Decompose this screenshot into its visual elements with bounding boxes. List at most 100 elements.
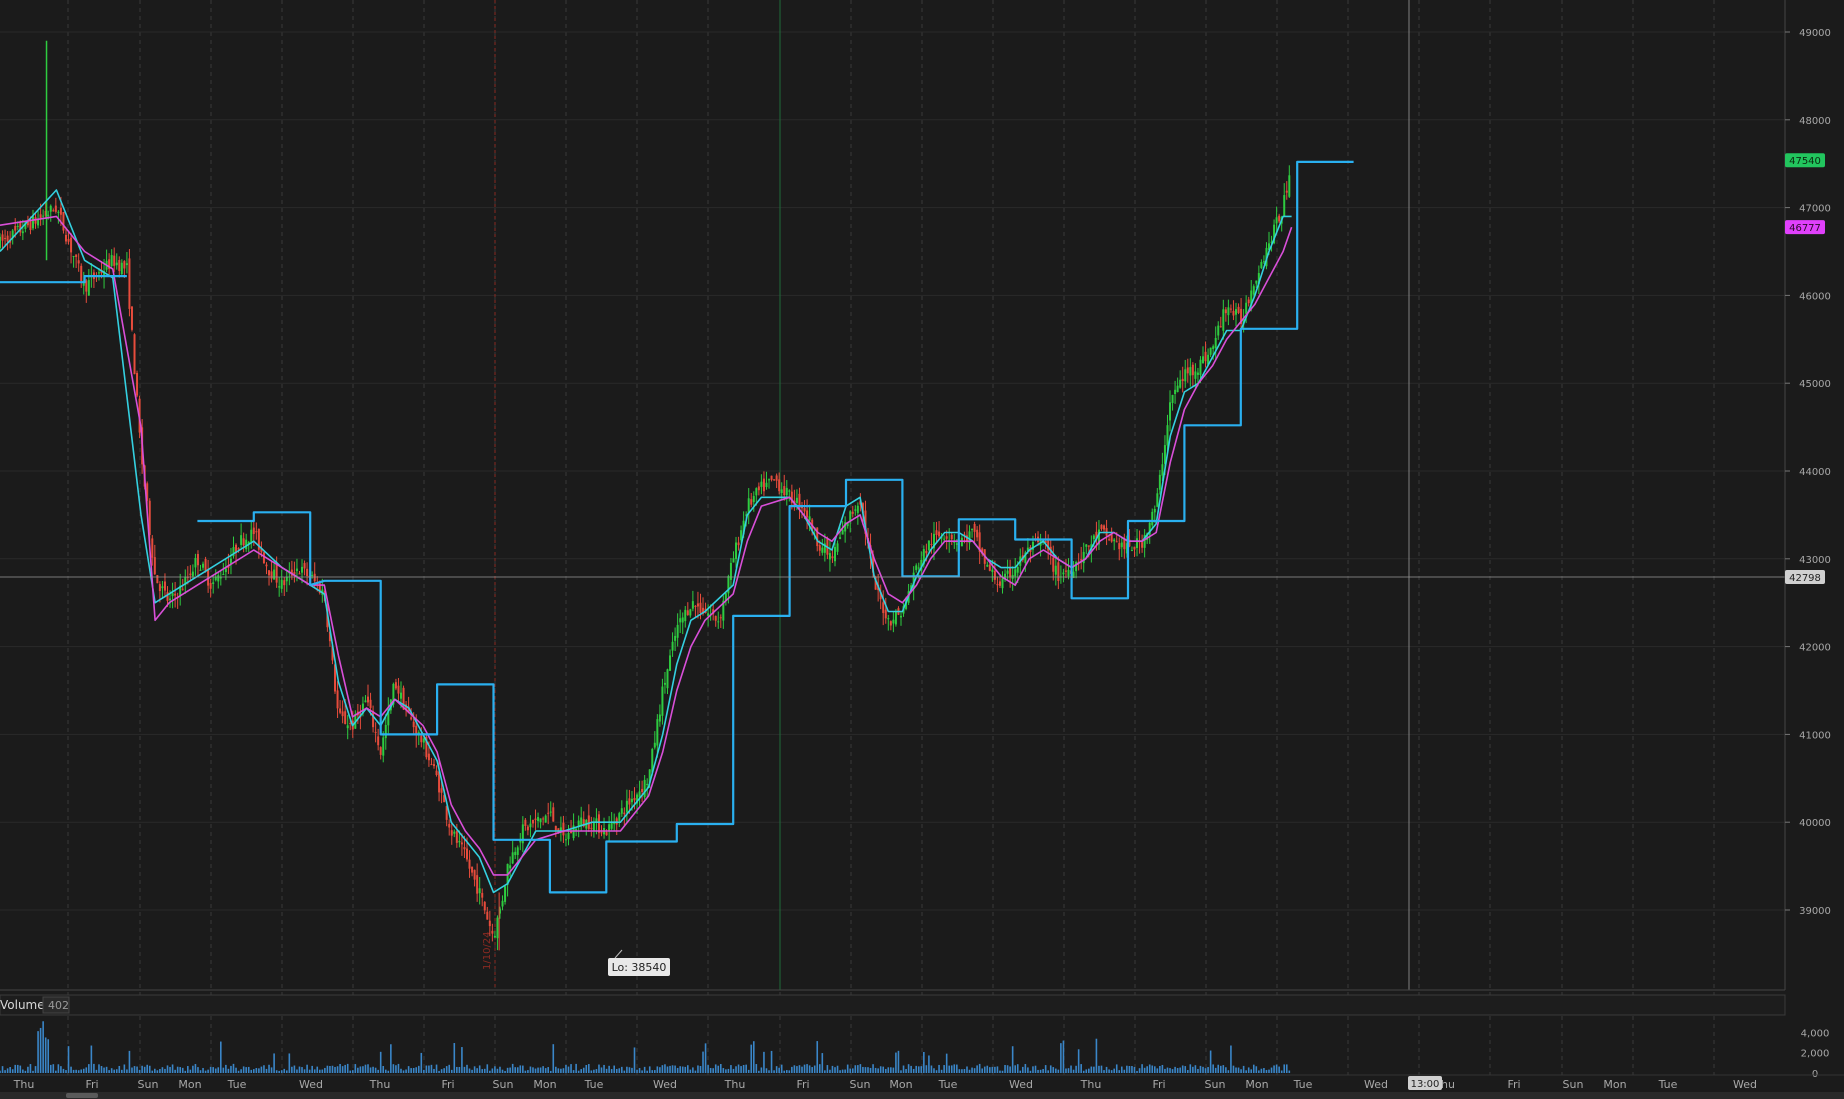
volume-bar <box>187 1066 189 1073</box>
volume-bar <box>920 1066 923 1073</box>
candle-body <box>250 529 253 543</box>
candle-body <box>1141 542 1144 548</box>
volume-bar <box>212 1067 214 1073</box>
volume-bar <box>719 1064 722 1073</box>
candle-body <box>564 839 567 841</box>
volume-bar <box>798 1065 801 1073</box>
candle-body <box>6 235 9 242</box>
time-tick-label: Thu <box>724 1078 746 1091</box>
candle-body <box>686 610 689 616</box>
price-tick-label: 49000 <box>1799 28 1831 39</box>
volume-bar <box>126 1069 128 1073</box>
volume-bar <box>803 1064 806 1073</box>
volume-bar <box>204 1070 207 1073</box>
volume-bar <box>763 1051 765 1073</box>
candle-body <box>1092 535 1095 540</box>
volume-bar <box>702 1051 704 1073</box>
candle-body <box>1133 546 1136 550</box>
volume-bar <box>633 1047 636 1073</box>
volume-bar <box>1090 1066 1093 1073</box>
volume-bar <box>806 1064 808 1073</box>
volume-bar <box>945 1053 948 1073</box>
volume-bar <box>524 1070 527 1073</box>
volume-bar <box>428 1065 430 1073</box>
volume-bar <box>958 1069 961 1073</box>
volume-bar <box>808 1065 811 1073</box>
volume-bar <box>938 1064 940 1073</box>
volume-bar <box>344 1064 346 1073</box>
volume-bar <box>133 1066 136 1073</box>
crosshair-price-tag: 42798 <box>1785 570 1825 584</box>
volume-bar <box>478 1065 481 1073</box>
volume-bar <box>973 1068 976 1073</box>
volume-bar <box>141 1065 143 1073</box>
volume-bar <box>1001 1070 1004 1073</box>
volume-bar <box>461 1047 463 1073</box>
candle-body <box>628 798 631 805</box>
volume-bar <box>1095 1038 1098 1073</box>
candle-body <box>273 569 276 580</box>
candle-body <box>153 557 156 575</box>
volume-bar <box>324 1067 326 1073</box>
volume-bar <box>994 1066 996 1073</box>
candle-body <box>465 848 468 860</box>
volume-bar <box>245 1067 247 1073</box>
volume-bar <box>659 1067 661 1073</box>
volume-bar <box>501 1069 504 1073</box>
volume-bar <box>1176 1068 1179 1073</box>
candle-body <box>945 536 948 539</box>
candle-body <box>1158 474 1161 490</box>
candle-body <box>755 488 758 496</box>
volume-bar <box>143 1066 146 1073</box>
candle-body <box>1016 566 1019 573</box>
volume-bar <box>88 1064 90 1073</box>
volume-bar <box>989 1067 991 1073</box>
volume-bar <box>1022 1066 1024 1073</box>
candle-body <box>1217 325 1220 336</box>
candle-body <box>1176 385 1179 393</box>
price-chart[interactable]: 1/10/24 Lo: 38540 49000 48000 47000 46000 45… <box>0 0 1844 1099</box>
volume-bar <box>268 1064 270 1073</box>
volume-bar <box>1009 1066 1011 1073</box>
volume-bar <box>1235 1067 1237 1073</box>
candle-body <box>882 602 885 614</box>
volume-bar <box>917 1066 920 1073</box>
volume-bar <box>75 1069 77 1073</box>
time-tick-label: Wed <box>1364 1078 1388 1091</box>
candle-body <box>422 738 425 743</box>
volume-bar <box>24 1070 27 1073</box>
volume-bar <box>1204 1068 1207 1073</box>
volume-bar <box>448 1064 451 1073</box>
volume-bar <box>1242 1065 1245 1073</box>
volume-bar <box>953 1064 956 1073</box>
time-tick-label: Fri <box>796 1078 809 1091</box>
volume-bar <box>298 1066 301 1073</box>
candle-body <box>836 543 839 552</box>
volume-bar <box>902 1065 905 1073</box>
candle-body <box>67 238 70 242</box>
candle-body <box>301 566 304 573</box>
volume-bar <box>892 1067 895 1073</box>
volume-bar <box>681 1066 684 1073</box>
volume-bar <box>240 1069 242 1073</box>
volume-bar <box>1255 1066 1258 1073</box>
volume-bar <box>1283 1064 1286 1073</box>
volume-bar <box>156 1070 159 1073</box>
volume-bar <box>864 1067 867 1073</box>
volume-bar <box>654 1070 656 1073</box>
candle-body <box>988 564 991 571</box>
candle-body <box>49 205 52 212</box>
volume-bar <box>813 1065 816 1073</box>
volume-bar <box>433 1068 435 1073</box>
volume-bar <box>1032 1066 1034 1073</box>
scroll-thumb[interactable] <box>66 1093 98 1098</box>
volume-bar <box>303 1069 306 1073</box>
candle-body <box>613 823 616 825</box>
candle-body <box>1194 371 1197 379</box>
low-marker-label: Lo: 38540 <box>612 961 667 974</box>
volume-bar <box>1169 1068 1171 1073</box>
volume-bar <box>572 1070 575 1073</box>
volume-bar <box>1057 1069 1060 1073</box>
horizontal-scrollbar[interactable] <box>0 1092 1844 1099</box>
volume-bar <box>70 1066 72 1073</box>
